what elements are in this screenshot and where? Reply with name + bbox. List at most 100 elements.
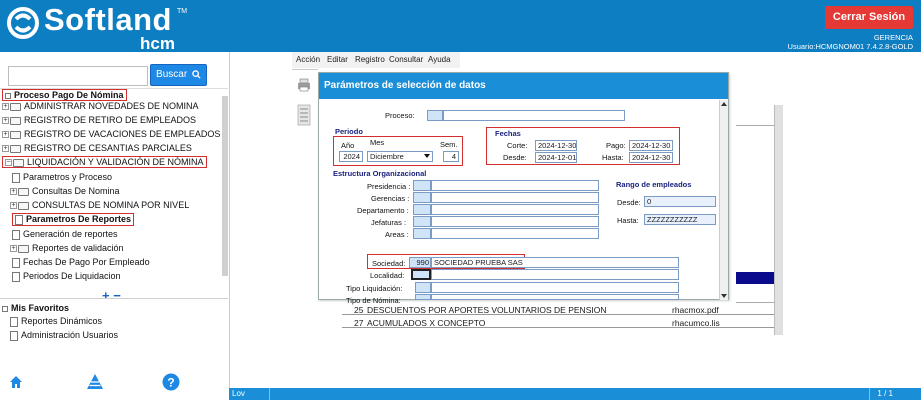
gerencias-name[interactable] <box>431 192 599 203</box>
sociedad-label: Sociedad: <box>372 259 406 268</box>
fechas-title: Fechas <box>495 129 521 138</box>
jefaturas-name[interactable] <box>431 216 599 227</box>
gerencias-text: Gerencias <box>371 194 406 203</box>
sem-field[interactable]: 4 <box>443 151 459 162</box>
tree-scrollbar[interactable] <box>222 96 228 276</box>
departamento-name[interactable] <box>431 204 599 215</box>
home-icon[interactable] <box>8 374 24 390</box>
tipo-liquidacion-code[interactable] <box>415 282 431 293</box>
localidad-code[interactable] <box>411 269 431 280</box>
folder-icon <box>10 130 21 139</box>
list-icon[interactable] <box>297 104 311 126</box>
expand-icon[interactable]: + <box>2 145 9 153</box>
hasta-field[interactable]: 2024-12-30 <box>629 152 673 163</box>
tree-subitem-consultas-nivel[interactable]: + CONSULTAS DE NOMINA POR NIVEL <box>10 200 189 210</box>
menu-consultar[interactable]: Consultar <box>389 55 423 64</box>
areas-code[interactable] <box>413 228 431 239</box>
tree-subitem-consultas-nomina[interactable]: + Consultas De Nomina <box>10 186 120 196</box>
list-scrollbar[interactable] <box>774 105 783 335</box>
gerencias-code[interactable] <box>413 192 431 203</box>
proceso-code-field[interactable] <box>427 110 443 121</box>
mes-select[interactable]: Diciembre <box>367 151 433 162</box>
estructura-title: Estructura Organizacional <box>333 169 427 178</box>
favorite-item-administracion-usuarios[interactable]: Administración Usuarios <box>10 330 118 341</box>
jefaturas-text: Jefaturas <box>371 218 402 227</box>
document-icon <box>2 305 8 312</box>
expand-icon[interactable]: + <box>10 188 17 196</box>
collapse-icon[interactable]: − <box>5 159 12 167</box>
tree-subitem-label: Fechas De Pago Por Empleado <box>23 257 150 267</box>
tree-item-registro-retiro[interactable]: + REGISTRO DE RETIRO DE EMPLEADOS <box>2 115 196 125</box>
favorites-title[interactable]: Mis Favoritos <box>2 303 69 313</box>
tipo-nomina-name[interactable] <box>431 294 679 300</box>
scroll-down-icon[interactable] <box>721 294 727 298</box>
mes-label: Mes <box>370 138 385 147</box>
jefaturas-code[interactable] <box>413 216 431 227</box>
logout-button[interactable]: Cerrar Sesión <box>825 6 913 29</box>
menu-editar[interactable]: Editar <box>327 55 348 64</box>
presidencia-name[interactable] <box>431 180 599 191</box>
dialog-scrollbar[interactable] <box>719 100 728 300</box>
rango-hasta-field[interactable]: ZZZZZZZZZZZ <box>644 214 716 225</box>
proceso-label: Proceso: <box>385 111 415 120</box>
tree-item-registro-cesantias[interactable]: + REGISTRO DE CESANTIAS PARCIALES <box>2 143 192 153</box>
tree-subitem-reportes-validacion[interactable]: + Reportes de validación <box>10 243 124 253</box>
scroll-up-icon[interactable] <box>721 102 727 106</box>
brand-trademark: TM <box>177 8 188 15</box>
rango-title: Rango de empleados <box>616 180 692 189</box>
tree-item-registro-vacaciones[interactable]: + REGISTRO DE VACACIONES DE EMPLEADOS <box>2 129 220 139</box>
anio-field[interactable]: 2024 <box>339 151 363 162</box>
tree-subitem-parametros-proceso[interactable]: Parametros y Proceso <box>12 172 112 183</box>
corte-field[interactable]: 2024-12-30 <box>535 140 577 151</box>
tree-subitem-label: Parametros y Proceso <box>23 172 113 182</box>
expand-icon[interactable]: + <box>2 131 9 139</box>
proceso-name-field[interactable] <box>443 110 625 121</box>
expand-icon[interactable]: + <box>10 245 17 253</box>
brand-name: Softland <box>44 2 172 37</box>
presidencia-code[interactable] <box>413 180 431 191</box>
tree-root-proceso-pago[interactable]: Proceso Pago De Nómina <box>2 89 127 101</box>
help-icon[interactable]: ? <box>162 373 180 391</box>
status-divider <box>269 388 270 400</box>
tree-toggle-icon[interactable] <box>86 373 104 391</box>
menu-ayuda[interactable]: Ayuda <box>428 55 451 64</box>
tipo-nomina-code[interactable] <box>415 294 431 300</box>
pago-field[interactable]: 2024-12-30 <box>629 140 673 151</box>
document-icon <box>10 316 18 327</box>
expand-icon[interactable]: + <box>2 117 9 125</box>
tree-item-administrar-novedades[interactable]: + ADMINISTRAR NOVEDADES DE NOMINA <box>2 101 199 111</box>
tree-subitem-parametros-reportes[interactable]: Parametros De Reportes <box>12 213 135 226</box>
favorite-item-reportes-dinamicos[interactable]: Reportes Dinámicos <box>10 316 102 327</box>
search-input[interactable] <box>8 66 148 86</box>
tree-subitem-label: Periodos De Liquidacion <box>23 271 121 281</box>
tree-item-liquidacion[interactable]: − LIQUIDACIÓN Y VALIDACIÓN DE NÓMINA <box>2 156 207 168</box>
parameters-dialog: Parámetros de selección de datos Proceso… <box>318 72 729 305</box>
selected-list-row[interactable] <box>736 272 774 284</box>
tree-subitem-periodos-liquidacion[interactable]: Periodos De Liquidacion <box>12 271 121 282</box>
sociedad-name[interactable]: SOCIEDAD PRUEBA SAS <box>431 257 679 268</box>
sociedad-code[interactable]: 990 <box>409 257 431 268</box>
table-row[interactable]: 27 ACUMULADOS X CONCEPTO rhacumco.lis <box>342 318 774 328</box>
desde-field[interactable]: 2024-12-01 <box>535 152 577 163</box>
rango-desde-field[interactable]: 0 <box>644 196 716 207</box>
localidad-name[interactable] <box>431 269 679 280</box>
tree-item-label: ADMINISTRAR NOVEDADES DE NOMINA <box>24 101 199 111</box>
expand-collapse-all[interactable]: + − <box>102 288 121 303</box>
areas-name[interactable] <box>431 228 599 239</box>
tree-subitem-label: Reportes de validación <box>32 243 124 253</box>
departamento-code[interactable] <box>413 204 431 215</box>
expand-icon[interactable]: + <box>2 103 9 111</box>
expand-icon[interactable]: + <box>10 202 17 210</box>
user-info: Usuario:HCMGNOM01 7.4.2.8-GOLD <box>787 42 913 51</box>
menu-accion[interactable]: Acción <box>296 55 320 64</box>
tree-subitem-fechas-pago[interactable]: Fechas De Pago Por Empleado <box>12 257 150 268</box>
tree-subitem-generacion-reportes[interactable]: Generación de reportes <box>12 229 118 240</box>
tree-item-label: REGISTRO DE RETIRO DE EMPLEADOS <box>24 115 197 125</box>
table-row[interactable]: 25 DESCUENTOS POR APORTES VOLUNTARIOS DE… <box>342 305 774 315</box>
tipo-liquidacion-name[interactable] <box>431 282 679 293</box>
search-button[interactable]: Buscar <box>150 64 207 86</box>
gerencias-label: Gerencias : <box>371 194 410 203</box>
printer-icon[interactable] <box>297 78 311 92</box>
menu-registro[interactable]: Registro <box>355 55 385 64</box>
chevron-down-icon[interactable] <box>424 154 430 158</box>
